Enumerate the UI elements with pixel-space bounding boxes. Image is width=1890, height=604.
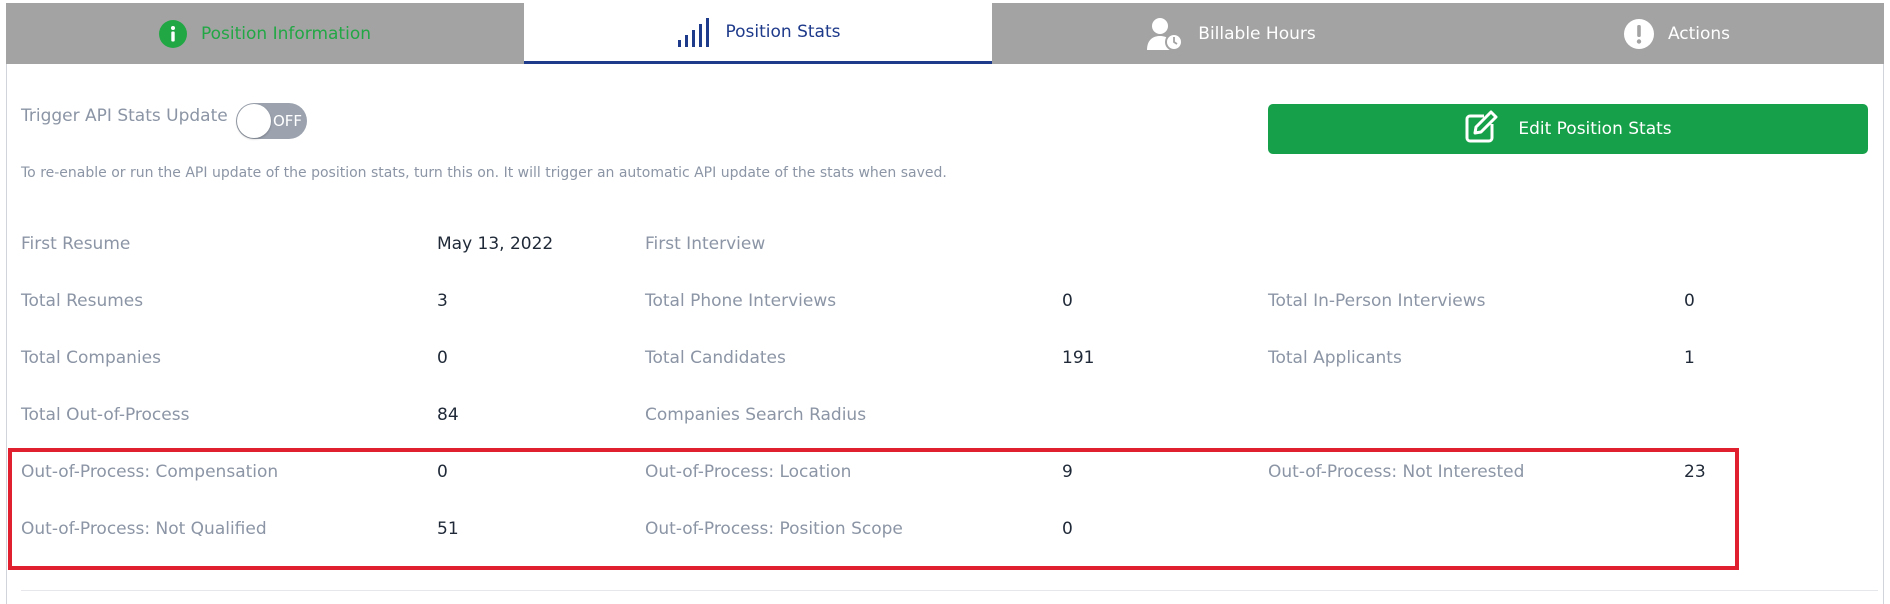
divider [21, 590, 1878, 591]
user-clock-icon [1146, 17, 1184, 51]
trigger-api-toggle[interactable]: OFF [236, 103, 307, 139]
stat-label-total-out-of-process: Total Out-of-Process [21, 405, 190, 425]
info-circle-icon [159, 19, 187, 48]
stat-value-first-resume: May 13, 2022 [437, 234, 554, 254]
stat-value-total-in-person-interviews: 0 [1684, 291, 1695, 311]
stat-label-total-phone-interviews: Total Phone Interviews [645, 291, 837, 311]
stat-label-total-in-person-interviews: Total In-Person Interviews [1268, 291, 1486, 311]
toggle-state: OFF [273, 112, 303, 130]
edit-button-label: Edit Position Stats [1518, 119, 1672, 139]
toggle-knob [237, 104, 271, 138]
stat-label-total-companies: Total Companies [21, 348, 161, 368]
stat-value-total-companies: 0 [437, 348, 448, 368]
stat-value-total-candidates: 191 [1062, 348, 1095, 368]
stat-value-total-out-of-process: 84 [437, 405, 459, 425]
tab-label: Position Stats [725, 22, 841, 42]
highlight-box [8, 448, 1739, 570]
edit-square-icon [1464, 110, 1498, 149]
stat-value-total-phone-interviews: 0 [1062, 291, 1073, 311]
stat-label-companies-search-radius: Companies Search Radius [645, 405, 867, 425]
stat-value-total-resumes: 3 [437, 291, 448, 311]
tab-position-information[interactable]: Position Information [6, 3, 524, 64]
tab-position-stats[interactable]: Position Stats [524, 3, 992, 64]
stat-label-total-resumes: Total Resumes [21, 291, 144, 311]
signal-bars-icon [676, 16, 712, 48]
tab-bar: Position Information Position Stats Bill… [6, 3, 1884, 64]
stat-label-first-interview: First Interview [645, 234, 766, 254]
stat-label-total-applicants: Total Applicants [1268, 348, 1402, 368]
trigger-api-label: Trigger API Stats Update [21, 106, 228, 126]
tab-actions[interactable]: Actions [1470, 3, 1884, 64]
edit-position-stats-button[interactable]: Edit Position Stats [1268, 104, 1868, 154]
tab-label: Billable Hours [1198, 23, 1316, 44]
stat-value-total-applicants: 1 [1684, 348, 1695, 368]
stat-label-total-candidates: Total Candidates [645, 348, 786, 368]
tab-billable-hours[interactable]: Billable Hours [992, 3, 1470, 64]
help-text: To re-enable or run the API update of th… [21, 165, 947, 181]
exclamation-circle-icon [1623, 18, 1654, 49]
stat-label-first-resume: First Resume [21, 234, 131, 254]
tab-label: Actions [1667, 23, 1731, 44]
tab-label: Position Information [201, 23, 371, 44]
